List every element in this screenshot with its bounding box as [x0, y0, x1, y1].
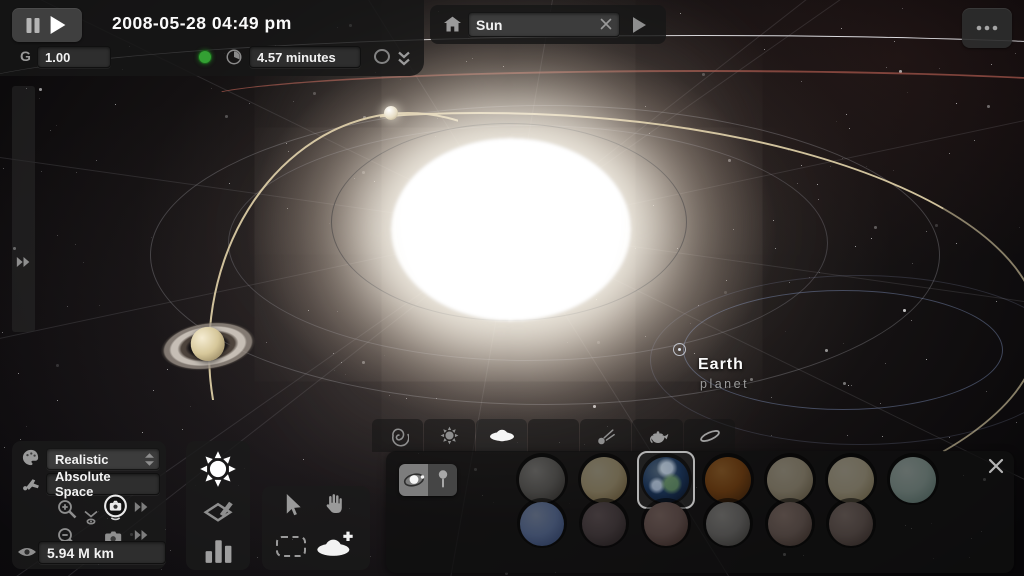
earth-dot	[678, 348, 681, 351]
sidebar-collapsed-strip[interactable]	[12, 86, 35, 332]
simulation-datetime[interactable]: 2008-05-28 04:49 pm	[112, 13, 292, 34]
fast-forward-icon[interactable]	[134, 529, 149, 541]
gravity-label: G	[20, 48, 31, 64]
swatch-moon-gray[interactable]	[706, 502, 750, 546]
gravity-input[interactable]	[37, 46, 111, 68]
comet-icon	[596, 426, 616, 446]
star-icon	[440, 426, 459, 445]
ring-icon	[698, 425, 722, 447]
swatch-moon-dark[interactable]	[582, 502, 626, 546]
expand-double-arrow-icon[interactable]	[16, 256, 31, 268]
add-body-icon[interactable]	[316, 530, 356, 560]
chart-bars-icon[interactable]	[204, 536, 233, 564]
menu-button[interactable]	[962, 8, 1012, 48]
body-category-tabs	[372, 419, 736, 452]
time-toolbar: 2008-05-28 04:49 pm G	[0, 0, 424, 76]
teapot-icon	[646, 426, 670, 446]
pause-button[interactable]	[26, 18, 40, 33]
camera-locked-icon[interactable]	[102, 494, 129, 521]
tab-galaxy[interactable]	[372, 419, 423, 452]
orbit-placement-button[interactable]	[399, 464, 428, 496]
selected-body-title[interactable]: Earth	[698, 356, 744, 374]
search-input[interactable]	[468, 12, 620, 37]
tab-ringed-planet[interactable]	[476, 419, 527, 452]
pan-hand-icon[interactable]	[322, 492, 348, 517]
playback-group	[12, 8, 82, 42]
scale-field[interactable]: 5.94 M km	[38, 541, 166, 564]
cursor-arrow-icon[interactable]	[286, 494, 304, 518]
selected-body-subtitle: planet	[700, 377, 749, 391]
display-mode-panel	[186, 441, 250, 570]
swatch-earth[interactable]	[643, 457, 689, 503]
view-settings-panel: Realistic Absolute Space	[12, 441, 166, 569]
pin-placement-button[interactable]	[428, 464, 457, 496]
tab-comet[interactable]	[580, 419, 631, 452]
swatch-mercury[interactable]	[519, 457, 565, 503]
space-anchor-icon	[20, 474, 42, 493]
timestep-input[interactable]	[249, 46, 361, 68]
swatch-moon-brown[interactable]	[829, 502, 873, 546]
ringed-planet-icon	[488, 426, 516, 446]
clear-search-icon[interactable]	[600, 18, 612, 30]
small-moon-body[interactable]	[384, 106, 398, 120]
timeline-slider-handle[interactable]	[198, 50, 212, 64]
menu-dots-icon	[975, 24, 999, 32]
select-region-icon[interactable]	[276, 536, 306, 557]
reference-frame-field[interactable]: Absolute Space	[46, 473, 160, 495]
swatch-mars[interactable]	[705, 457, 751, 503]
swatch-moon-rust[interactable]	[644, 502, 688, 546]
clock-icon	[225, 48, 243, 66]
draw-check-icon[interactable]	[202, 498, 234, 524]
earth-selection-marker[interactable]	[673, 343, 686, 356]
galaxy-spiral-icon	[387, 425, 409, 447]
close-palette-icon[interactable]	[988, 458, 1004, 474]
scale-value: 5.94 M km	[47, 545, 114, 561]
tab-moon[interactable]	[528, 419, 579, 452]
render-mode-select[interactable]: Realistic	[46, 448, 160, 470]
app-window: Earth planet 2008-05-28 04:49 pm G	[0, 0, 1024, 576]
select-spinner-icon[interactable]	[145, 453, 154, 466]
render-mode-value: Realistic	[55, 452, 108, 467]
play-button[interactable]	[50, 16, 66, 34]
body-search-bar	[430, 5, 666, 44]
swatch-uranus[interactable]	[890, 457, 936, 503]
sun-burst-icon[interactable]	[199, 450, 237, 488]
home-icon[interactable]	[444, 16, 461, 32]
swatch-neptune[interactable]	[520, 502, 564, 546]
eye-icon	[16, 545, 38, 559]
tab-ring[interactable]	[684, 419, 735, 452]
go-to-body-icon[interactable]	[633, 17, 646, 33]
orbit-circle-icon[interactable]	[374, 49, 390, 64]
swatch-venus[interactable]	[581, 457, 627, 503]
follow-view-icon[interactable]	[82, 509, 100, 526]
double-chevron-down-icon[interactable]	[397, 50, 411, 68]
swatch-jupiter[interactable]	[767, 457, 813, 503]
swatch-moon-tan[interactable]	[768, 502, 812, 546]
tools-panel	[262, 486, 370, 570]
palette-icon	[20, 448, 42, 468]
fast-forward-icon[interactable]	[134, 501, 149, 513]
swatch-saturn[interactable]	[828, 457, 874, 503]
sun-body[interactable]	[391, 138, 631, 321]
tab-star[interactable]	[424, 419, 475, 452]
placement-mode-group	[399, 464, 457, 496]
crescent-moon-icon	[544, 426, 564, 446]
tab-teapot[interactable]	[632, 419, 683, 452]
orbit-placement-icon	[402, 469, 426, 491]
pin-placement-icon	[435, 469, 451, 491]
zoom-in-icon[interactable]	[56, 498, 78, 520]
